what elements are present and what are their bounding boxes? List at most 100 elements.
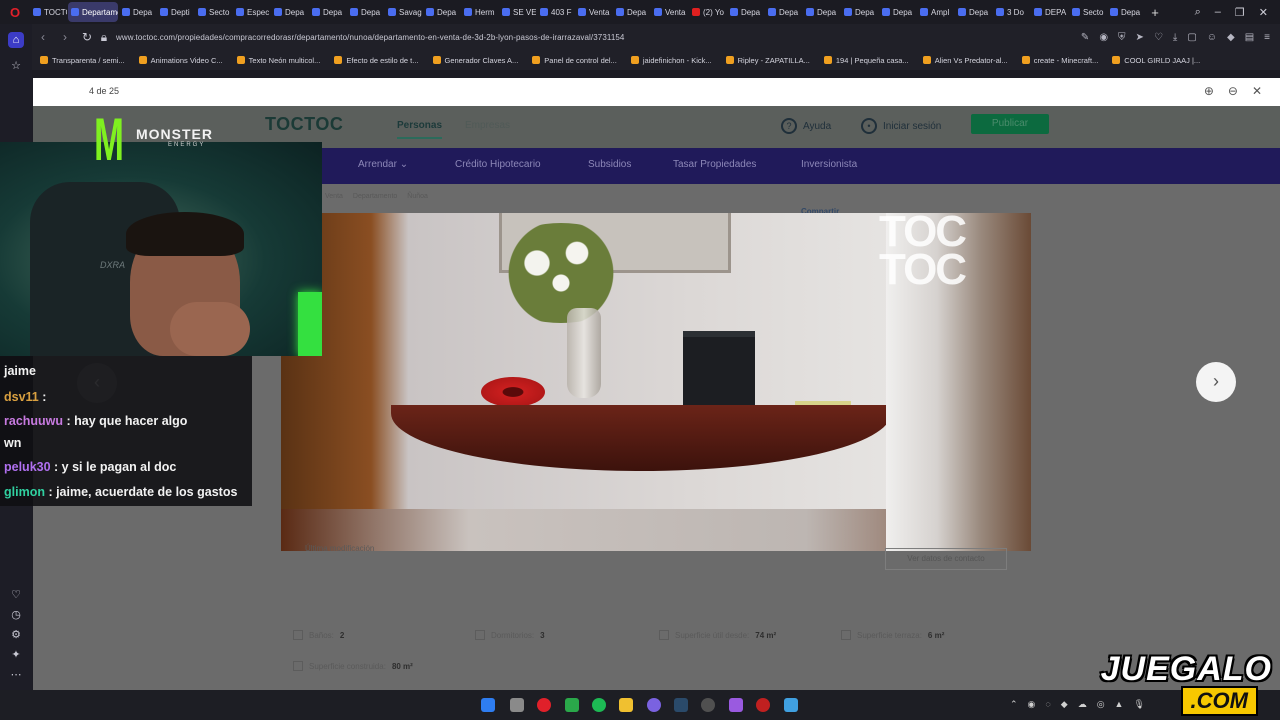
windows-start-icon[interactable] (481, 698, 495, 712)
heart-icon[interactable]: ♡ (8, 587, 24, 603)
browser-tab[interactable]: 403 F (537, 2, 574, 22)
browser-tab[interactable]: Depa (841, 2, 878, 22)
file-explorer-icon[interactable] (619, 698, 633, 712)
browser-tab[interactable]: Espec (233, 2, 270, 22)
contact-button[interactable]: Ver datos de contacto (885, 548, 1007, 570)
download-icon[interactable]: ⤓ (1173, 32, 1177, 43)
bookmark-item[interactable]: Panel de control del... (532, 56, 617, 65)
browser-tab[interactable]: 3 Do (993, 2, 1030, 22)
shield-icon[interactable]: ⛨ (1118, 32, 1126, 43)
browser-tab[interactable]: Depa (271, 2, 308, 22)
minimize-icon[interactable]: – (1215, 6, 1221, 19)
media-icon[interactable] (756, 698, 770, 712)
profile-icon[interactable]: ☺ (1207, 32, 1217, 43)
extensions-icon[interactable]: ▢ (1187, 32, 1196, 43)
browser-tab[interactable]: Depa (309, 2, 346, 22)
task-view-icon[interactable] (510, 698, 524, 712)
steam-icon[interactable] (674, 698, 688, 712)
bookmark-item[interactable]: Efecto de estilo de t... (334, 56, 419, 65)
chat-username[interactable]: rachuuwu (4, 414, 63, 428)
bookmark-item[interactable]: create - Minecraft... (1021, 56, 1098, 65)
toctoc-logo[interactable]: TOCTOC (265, 114, 343, 135)
browser-tab[interactable]: Depa (765, 2, 802, 22)
bookmark-item[interactable]: Generador Claves A... (432, 56, 518, 65)
browser-tab[interactable]: Depa (1107, 2, 1144, 22)
browser-tab[interactable]: Ampl (917, 2, 954, 22)
browser-tab[interactable]: Venta (651, 2, 688, 22)
crumb-venta[interactable]: Venta (325, 193, 343, 200)
tray-icon-1[interactable]: ◉ (1028, 699, 1036, 710)
browser-tab[interactable]: Depa (803, 2, 840, 22)
tab-personas[interactable]: Personas (397, 120, 443, 139)
menu-credito[interactable]: Crédito Hipotecario (455, 159, 541, 170)
menu-arrendar[interactable]: Arrendar ⌄ (358, 159, 408, 170)
bookmark-item[interactable]: Alien Vs Predator-al... (922, 56, 1008, 65)
bookmark-item[interactable]: Ripley - ZAPATILLA... (725, 56, 810, 65)
app-icon[interactable] (729, 698, 743, 712)
bookmark-item[interactable]: Transparenta / semi... (40, 56, 125, 65)
browser-tab[interactable]: Depa (727, 2, 764, 22)
next-photo-button[interactable]: › (1196, 362, 1236, 402)
send-icon[interactable]: ➤ (1136, 32, 1144, 43)
pinboard-icon[interactable]: ☆ (8, 58, 24, 74)
bookmark-heart-icon[interactable]: ♡ (1154, 32, 1163, 43)
browser-tab[interactable]: Secto (195, 2, 232, 22)
browser-tab[interactable]: Depa (613, 2, 650, 22)
forward-icon[interactable]: › (54, 30, 76, 44)
bookmark-item[interactable]: Texto Neón multicol... (236, 56, 320, 65)
crumb-comuna[interactable]: Ñuñoa (407, 193, 428, 200)
zoom-in-icon[interactable]: ⊕ (1204, 84, 1214, 98)
help-link[interactable]: ? Ayuda (781, 118, 831, 134)
menu-subsidios[interactable]: Subsidios (588, 159, 631, 170)
browser-tab[interactable]: Herm (461, 2, 498, 22)
chat-username[interactable]: peluk30 (4, 460, 51, 474)
crumb-departamento[interactable]: Departamento (353, 193, 397, 200)
history-icon[interactable]: ◷ (8, 607, 24, 623)
browser-tab[interactable]: Depa (879, 2, 916, 22)
discord-icon[interactable] (647, 698, 661, 712)
url-field[interactable]: www.toctoc.com/propiedades/compracorredo… (116, 33, 624, 42)
edit-icon[interactable]: ✎ (1081, 32, 1089, 43)
browser-tab[interactable]: Depa (423, 2, 460, 22)
camera-icon[interactable]: ◉ (1099, 32, 1108, 43)
new-tab-icon[interactable]: + (1145, 5, 1165, 20)
back-icon[interactable]: ‹ (32, 30, 54, 44)
more-icon[interactable]: ⋯ (8, 667, 24, 683)
xbox-icon[interactable] (565, 698, 579, 712)
wallet-icon[interactable]: ◆ (1227, 32, 1235, 43)
bookmark-item[interactable]: COOL GIRLD JAAJ |... (1112, 56, 1200, 65)
obs-icon[interactable] (701, 698, 715, 712)
close-window-icon[interactable]: ✕ (1259, 6, 1268, 19)
restore-icon[interactable]: ❐ (1235, 6, 1245, 19)
home-icon[interactable]: ⌂ (8, 32, 24, 48)
browser-tab[interactable]: TOCTO (30, 2, 67, 22)
browser-tab[interactable]: Departame (68, 2, 118, 22)
spotify-icon[interactable] (592, 698, 606, 712)
browser-tab[interactable]: Depa (955, 2, 992, 22)
browser-tab[interactable]: Venta (575, 2, 612, 22)
menu-inversionista[interactable]: Inversionista (801, 159, 857, 170)
browser-tab[interactable]: Savag (385, 2, 422, 22)
login-link[interactable]: • Iniciar sesión (861, 118, 941, 134)
bookmark-item[interactable]: Animations Video C... (138, 56, 223, 65)
tray-chevron-icon[interactable]: ⌃ (1010, 699, 1018, 710)
close-gallery-icon[interactable]: ✕ (1252, 84, 1262, 98)
bookmark-item[interactable]: jaidefinichon - Kick... (630, 56, 712, 65)
menu-icon[interactable]: ≡ (1264, 32, 1270, 43)
lightbulb-icon[interactable]: ✦ (8, 647, 24, 663)
chat-username[interactable]: glimon (4, 485, 45, 499)
settings-icon[interactable]: ⚙ (8, 627, 24, 643)
opera-logo-icon[interactable]: O (0, 0, 30, 24)
publish-button[interactable]: Publicar (971, 114, 1049, 134)
bookmark-item[interactable]: 194 | Pequeña casa... (823, 56, 909, 65)
chat-username[interactable]: dsv11 (4, 390, 39, 404)
browser-tab[interactable]: Depa (119, 2, 156, 22)
reload-icon[interactable]: ↻ (76, 30, 98, 44)
browser-tab[interactable]: Secto (1069, 2, 1106, 22)
browser-tab[interactable]: Depti (157, 2, 194, 22)
sidebar-toggle-icon[interactable]: ▤ (1245, 32, 1254, 43)
browser-tab[interactable]: SE VE (499, 2, 536, 22)
browser-tab[interactable]: DEPA (1031, 2, 1068, 22)
zoom-out-icon[interactable]: ⊖ (1228, 84, 1238, 98)
menu-tasar[interactable]: Tasar Propiedades (673, 159, 756, 170)
